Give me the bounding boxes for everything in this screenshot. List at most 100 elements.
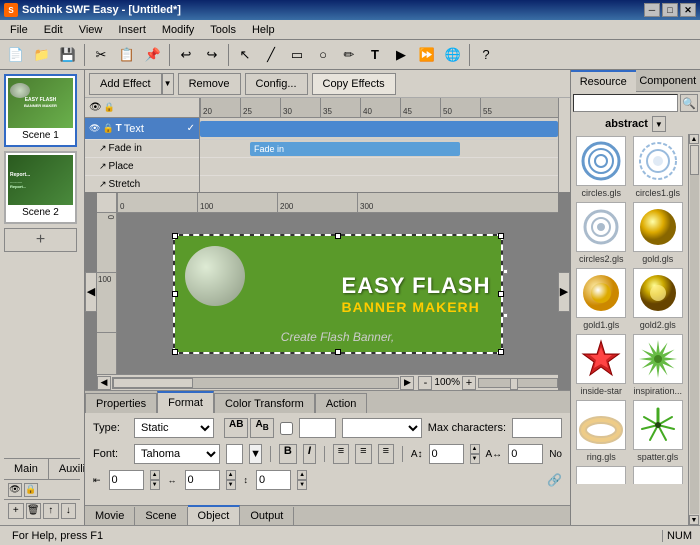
open-button[interactable]: 📁	[30, 43, 54, 67]
tab-color-transform[interactable]: Color Transform	[214, 393, 315, 413]
zoom-in-button[interactable]: +	[462, 376, 476, 390]
menu-modify[interactable]: Modify	[154, 20, 202, 39]
publish-button[interactable]: 🌐	[441, 43, 465, 67]
resource-search-input[interactable]	[573, 94, 678, 112]
handle-br[interactable]	[498, 349, 504, 355]
undo-button[interactable]: ↩	[174, 43, 198, 67]
move-down-button[interactable]: ↓	[61, 503, 77, 519]
resource-scroll-thumb[interactable]	[690, 145, 699, 175]
scene-1-thumb[interactable]: EASY FLASH BANNER MAKER Scene 1	[4, 74, 77, 147]
tab-object[interactable]: Object	[188, 505, 241, 525]
canvas-content[interactable]: EASY FLASH BANNER MAKERH Create Flash Ba…	[117, 213, 558, 374]
font-select[interactable]: Tahoma	[134, 444, 220, 464]
resource-partial-2[interactable]	[633, 466, 683, 484]
bold-button[interactable]: B	[279, 444, 297, 464]
tab-movie[interactable]: Movie	[85, 507, 135, 525]
resource-ring[interactable]: ring.gls	[576, 400, 626, 462]
tab-resource[interactable]: Resource	[571, 70, 636, 92]
main-tab[interactable]: Main	[4, 459, 49, 479]
menu-edit[interactable]: Edit	[36, 20, 71, 39]
tab-properties[interactable]: Properties	[85, 393, 157, 413]
search-button[interactable]: 🔍	[680, 94, 698, 112]
new-button[interactable]: 📄	[4, 43, 28, 67]
paste-button[interactable]: 📌	[141, 43, 165, 67]
indent-spinner[interactable]: ▲ ▼	[150, 470, 160, 490]
align-center-button[interactable]: ≡	[355, 444, 371, 464]
text-color-picker[interactable]	[299, 418, 336, 438]
canvas-scroll-right[interactable]: ▶	[400, 376, 414, 390]
handle-tc[interactable]	[335, 233, 341, 239]
save-button[interactable]: 💾	[56, 43, 80, 67]
resource-circles1[interactable]: circles1.gls	[633, 136, 683, 198]
config-button[interactable]: Config...	[245, 73, 308, 95]
resource-scroll-down[interactable]: ▼	[689, 515, 699, 525]
timeline-text-layer[interactable]: 👁 🔒 T Text ✓	[85, 118, 199, 140]
font-scale-input[interactable]	[508, 444, 543, 464]
cut-button[interactable]: ✂	[89, 43, 113, 67]
handle-tl[interactable]	[172, 233, 178, 239]
resource-scrollbar[interactable]: ▲ ▼	[688, 134, 700, 525]
close-button[interactable]: ✕	[680, 3, 696, 17]
add-effect-button[interactable]: Add Effect	[89, 73, 162, 95]
resource-gold1[interactable]: gold1.gls	[576, 268, 626, 330]
tab-scene[interactable]: Scene	[135, 507, 187, 525]
maximize-button[interactable]: □	[662, 3, 678, 17]
spacing-input[interactable]	[185, 470, 220, 490]
text-mode-ab[interactable]: AB	[224, 418, 248, 438]
minimize-button[interactable]: ─	[644, 3, 660, 17]
spacing-spinner[interactable]: ▲ ▼	[226, 470, 236, 490]
resource-circles[interactable]: circles.gls	[576, 136, 626, 198]
rect-tool[interactable]: ▭	[285, 43, 309, 67]
timeline-scrollbar-v[interactable]	[558, 118, 570, 193]
timeline-place-layer[interactable]: ↗ Place	[85, 158, 199, 176]
timeline-fade-layer[interactable]: ↗ Fade in	[85, 140, 199, 158]
menu-view[interactable]: View	[71, 20, 111, 39]
leading-input[interactable]	[256, 470, 291, 490]
text-mode-ab2[interactable]: AB	[250, 418, 273, 438]
menu-help[interactable]: Help	[244, 20, 283, 39]
preview-button[interactable]: ⏩	[415, 43, 439, 67]
resource-gold2[interactable]: gold2.gls	[633, 268, 683, 330]
handle-bc[interactable]	[335, 349, 341, 355]
add-layer-button[interactable]: +	[8, 503, 24, 519]
handle-bl[interactable]	[172, 349, 178, 355]
indent-input[interactable]	[109, 470, 144, 490]
menu-tools[interactable]: Tools	[202, 20, 244, 39]
font-color-arrow[interactable]: ▼	[249, 444, 262, 464]
eye-toggle[interactable]: 👁	[8, 483, 22, 497]
resource-spatter[interactable]: spatter.gls	[633, 400, 683, 462]
handle-tr[interactable]	[498, 233, 504, 239]
resource-scroll-up[interactable]: ▲	[689, 134, 699, 144]
italic-button[interactable]: I	[303, 444, 316, 464]
zoom-out-button[interactable]: -	[418, 376, 432, 390]
add-effect-dropdown[interactable]: ▼	[162, 73, 174, 95]
redo-button[interactable]: ↪	[200, 43, 224, 67]
tab-action[interactable]: Action	[315, 393, 368, 413]
flash-canvas[interactable]: EASY FLASH BANNER MAKERH Create Flash Ba…	[173, 234, 503, 354]
category-dropdown[interactable]: ▼	[652, 116, 666, 132]
tab-format[interactable]: Format	[157, 391, 214, 413]
remove-button[interactable]: Remove	[178, 73, 241, 95]
copy-button[interactable]: 📋	[115, 43, 139, 67]
font-size-input[interactable]	[429, 444, 464, 464]
canvas-scroll-left[interactable]: ◀	[97, 376, 111, 390]
oval-tool[interactable]: ○	[311, 43, 335, 67]
text-checkbox[interactable]	[280, 422, 293, 435]
resource-circles2[interactable]: circles2.gls	[576, 202, 626, 264]
resource-gold[interactable]: gold.gls	[633, 202, 683, 264]
delete-layer-button[interactable]: 🗑	[26, 503, 42, 519]
align-left-button[interactable]: ≡	[333, 444, 349, 464]
type-select[interactable]: Static Dynamic Input	[134, 418, 214, 438]
canvas-h-track[interactable]	[112, 377, 399, 389]
move-up-button[interactable]: ↑	[43, 503, 59, 519]
help-button[interactable]: ?	[474, 43, 498, 67]
line-tool[interactable]: ╱	[259, 43, 283, 67]
pencil-tool[interactable]: ✏	[337, 43, 361, 67]
zoom-thumb[interactable]	[510, 378, 518, 390]
leading-spinner[interactable]: ▲ ▼	[297, 470, 307, 490]
collapse-right-button[interactable]: ▶	[558, 272, 570, 312]
collapse-left-button[interactable]: ◀	[85, 272, 97, 312]
select-tool[interactable]: ↖	[233, 43, 257, 67]
font-size-spinner[interactable]: ▲ ▼	[470, 444, 480, 464]
menu-file[interactable]: File	[2, 20, 36, 39]
